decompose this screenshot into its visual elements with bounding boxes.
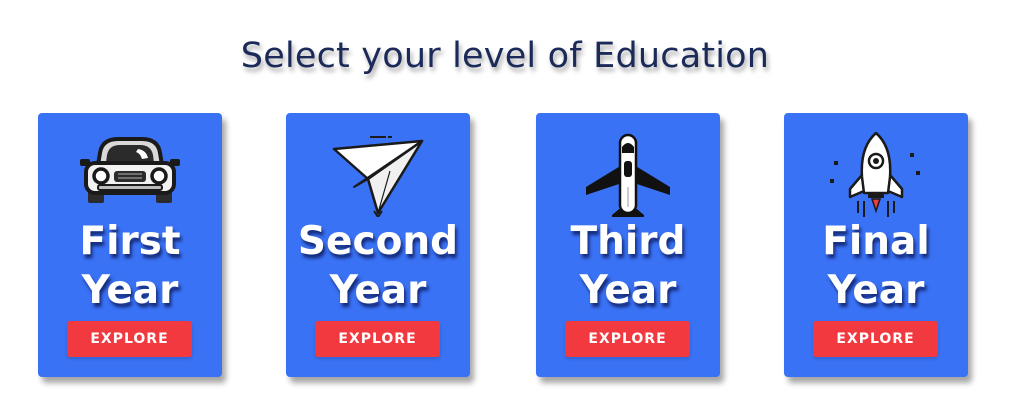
card-title-line2: Year	[579, 268, 677, 313]
card-title: Third Year	[526, 217, 730, 315]
card-title-line2: Year	[81, 268, 179, 313]
card-title: First Year	[28, 217, 232, 315]
card-title-line2: Year	[827, 268, 925, 313]
card-title-line1: First	[79, 219, 181, 264]
airplane-icon	[578, 131, 678, 217]
explore-button[interactable]: EXPLORE	[67, 321, 192, 357]
card-second-year: Second Year EXPLORE	[286, 113, 470, 377]
explore-button[interactable]: EXPLORE	[813, 321, 938, 357]
explore-button[interactable]: EXPLORE	[565, 321, 690, 357]
card-title: Final Year	[774, 217, 978, 315]
card-title-line2: Year	[329, 268, 427, 313]
rocket-icon	[826, 131, 926, 217]
card-title: Second Year	[276, 217, 480, 315]
card-final-year: Final Year EXPLORE	[784, 113, 968, 377]
card-third-year: Third Year EXPLORE	[536, 113, 720, 377]
card-title-line1: Third	[570, 219, 686, 264]
paper-plane-icon	[328, 131, 428, 217]
car-icon	[80, 131, 180, 217]
card-first-year: First Year EXPLORE	[38, 113, 222, 377]
explore-button[interactable]: EXPLORE	[315, 321, 440, 357]
card-title-line1: Second	[297, 219, 459, 264]
card-title-line1: Final	[822, 219, 930, 264]
page-title: Select your level of Education	[240, 36, 770, 76]
